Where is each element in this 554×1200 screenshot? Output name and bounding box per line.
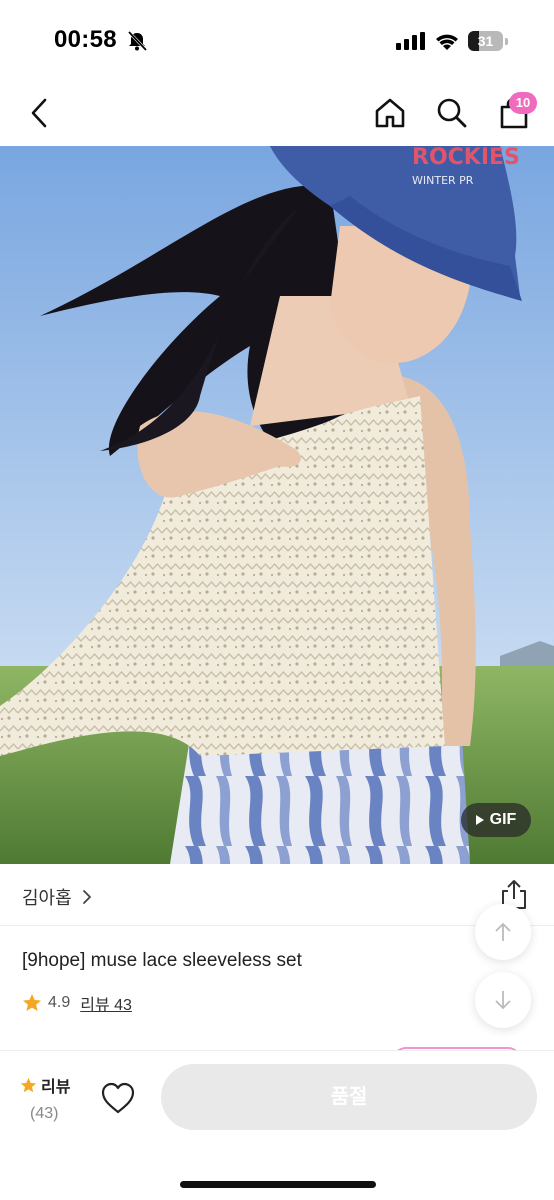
search-button[interactable]	[433, 94, 471, 132]
heart-icon[interactable]	[100, 1081, 136, 1115]
rating-row: 4.9 리뷰 43	[22, 991, 132, 1015]
status-bar: 00:58 31	[0, 0, 554, 80]
cap-text-1: ROCKIES	[412, 146, 520, 170]
top-nav-bar	[0, 80, 554, 146]
home-icon	[375, 98, 405, 128]
gif-badge[interactable]: GIF	[461, 803, 531, 837]
back-button[interactable]	[20, 94, 58, 132]
star-icon	[23, 994, 41, 1011]
seller-row: 김아홉	[0, 864, 554, 926]
battery-level-text: 31	[477, 33, 494, 49]
back-arrow-icon	[31, 98, 47, 128]
search-icon	[437, 98, 467, 128]
arrow-down-icon	[495, 991, 511, 1010]
battery-icon: 31	[468, 31, 508, 51]
product-photo: ROCKIES WINTER PR	[0, 146, 554, 864]
scroll-up-button[interactable]	[475, 904, 531, 960]
bell-off-icon	[127, 30, 148, 52]
cart-count-badge: 10	[509, 92, 537, 114]
seller-name: 김아홉	[22, 888, 72, 908]
home-indicator	[180, 1181, 376, 1188]
bottom-action-bar: 리뷰 (43) 품절	[0, 1050, 554, 1200]
cap-text-2: WINTER PR	[412, 174, 474, 187]
review-count: (43)	[30, 1105, 59, 1122]
wifi-icon	[436, 34, 458, 50]
gif-label: GIF	[489, 811, 517, 828]
review-summary[interactable]: 리뷰 (43)	[20, 1073, 80, 1123]
home-button[interactable]	[371, 94, 409, 132]
review-label: 리뷰	[41, 1079, 71, 1096]
chevron-right-icon	[82, 890, 91, 904]
rating-value: 4.9	[48, 994, 71, 1011]
review-link[interactable]: 리뷰 43	[80, 991, 132, 1015]
soldout-button[interactable]: 품절	[161, 1064, 537, 1130]
status-time: 00:58	[54, 26, 117, 53]
scroll-down-button[interactable]	[475, 972, 531, 1028]
signal-icon	[396, 32, 425, 50]
arrow-up-icon	[495, 922, 511, 941]
product-title: [9hope] muse lace sleeveless set	[22, 950, 302, 971]
seller-link[interactable]: 김아홉	[22, 884, 92, 910]
star-icon	[20, 1077, 37, 1092]
play-icon	[475, 815, 484, 825]
product-image[interactable]: ROCKIES WINTER PR	[0, 146, 554, 864]
